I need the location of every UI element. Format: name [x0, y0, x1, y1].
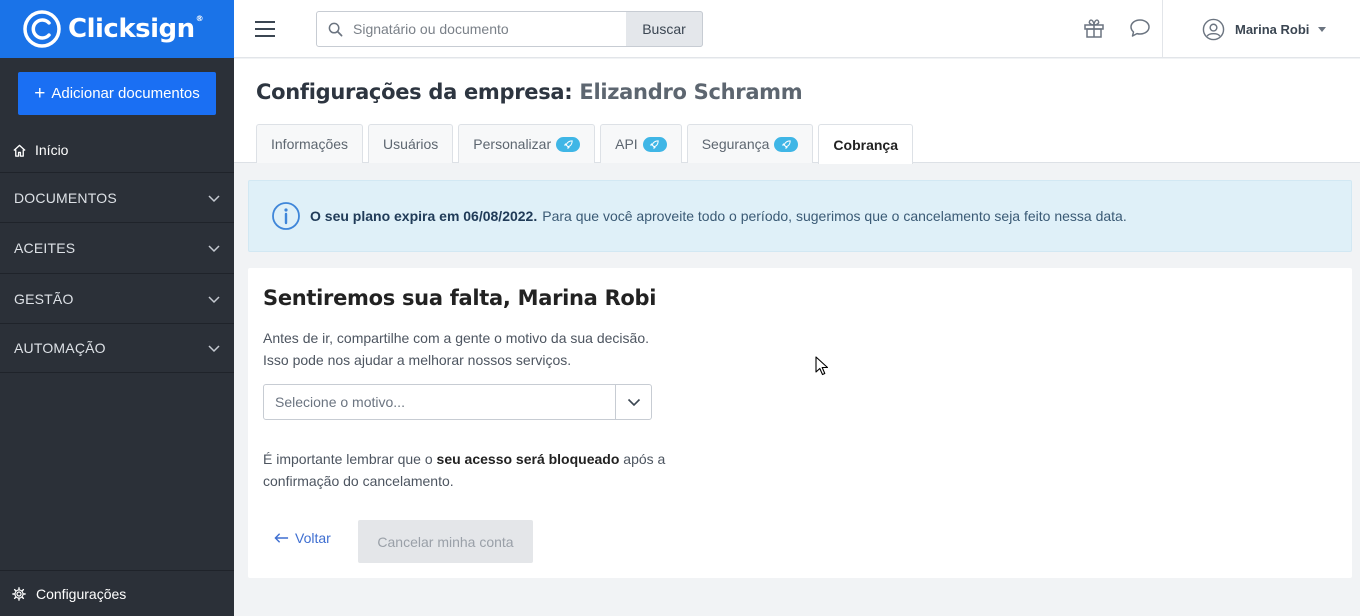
page-title-prefix: Configurações da empresa:: [256, 80, 573, 104]
chevron-down-icon: [627, 398, 640, 407]
chevron-down-icon: [208, 345, 220, 353]
sidebar-section-label: ACEITES: [14, 239, 76, 256]
card-description: Antes de ir, compartilhe com a gente o m…: [263, 327, 649, 371]
page-title: Configurações da empresa: Elizandro Schr…: [256, 80, 803, 104]
sidebar: Clicksign® + Adicionar documentos Início…: [0, 0, 234, 616]
tab-label: Cobrança: [833, 136, 898, 153]
sidebar-section-label: DOCUMENTOS: [14, 189, 117, 206]
warning-bold-text: seu acesso será bloqueado: [436, 451, 620, 467]
warning-text-part: É importante lembrar que o: [263, 451, 437, 467]
chevron-down-icon: [208, 295, 220, 303]
mouse-cursor-icon: [815, 356, 829, 376]
tab-personalizar[interactable]: Personalizar: [458, 124, 596, 163]
sidebar-section-label: GESTÃO: [14, 290, 74, 307]
add-documents-label: Adicionar documentos: [51, 85, 200, 102]
tab-label: Usuários: [383, 136, 439, 152]
back-link[interactable]: Voltar: [274, 530, 331, 546]
page-header: Configurações da empresa: Elizandro Schr…: [234, 59, 1360, 164]
search-button[interactable]: Buscar: [626, 11, 703, 47]
sidebar-item-settings-label: Configurações: [36, 585, 127, 602]
sidebar-section-label: AUTOMAÇÃO: [14, 340, 106, 356]
arrow-left-icon: [274, 533, 289, 543]
chevron-down-icon: [208, 244, 220, 252]
hamburger-menu-icon[interactable]: [254, 18, 276, 40]
caret-down-icon: [1318, 26, 1327, 32]
tab-usuarios[interactable]: Usuários: [368, 124, 454, 163]
tab-cobranca[interactable]: Cobrança: [818, 124, 913, 164]
top-divider: [1162, 0, 1163, 58]
card-title: Sentiremos sua falta, Marina Robi: [263, 286, 657, 310]
logo-bar[interactable]: Clicksign®: [0, 0, 234, 58]
access-warning-text: É importante lembrar que o seu acesso se…: [263, 448, 723, 492]
sidebar-section-gestao[interactable]: GESTÃO: [0, 273, 234, 323]
brand-name: Clicksign®: [68, 14, 204, 44]
settings-tabs: Informações Usuários Personalizar API Se…: [256, 124, 918, 164]
tab-seguranca[interactable]: Segurança: [686, 124, 814, 163]
cancel-account-button[interactable]: Cancelar minha conta: [358, 520, 533, 563]
user-avatar-icon: [1202, 18, 1225, 40]
alert-text: Para que você aproveite todo o período, …: [542, 208, 1127, 224]
top-bar: Buscar Marina Robi: [234, 0, 1360, 58]
cancel-reason-select[interactable]: Selecione o motivo...: [263, 384, 652, 420]
user-name: Marina Robi: [1235, 21, 1310, 37]
search-input[interactable]: [353, 12, 659, 46]
home-icon: [13, 144, 26, 157]
sidebar-item-settings[interactable]: Configurações: [0, 570, 234, 616]
tab-label: Personalizar: [473, 136, 552, 152]
search-icon: [317, 12, 353, 46]
sidebar-item-home-label: Início: [35, 142, 69, 158]
select-arrow: [615, 385, 651, 419]
company-name: Elizandro Schramm: [579, 80, 803, 104]
plan-expiry-alert: O seu plano expira em 06/08/2022. Para q…: [248, 180, 1352, 252]
select-value: Selecione o motivo...: [275, 394, 405, 410]
tab-informacoes[interactable]: Informações: [256, 124, 364, 163]
add-documents-button[interactable]: + Adicionar documentos: [18, 72, 216, 115]
cancel-account-card: Sentiremos sua falta, Marina Robi Antes …: [248, 268, 1352, 578]
sidebar-item-home[interactable]: Início: [0, 132, 234, 168]
sidebar-section-aceites[interactable]: ACEITES: [0, 222, 234, 272]
sidebar-section-documentos[interactable]: DOCUMENTOS: [0, 172, 234, 222]
info-icon: [272, 202, 300, 230]
clicksign-logo-icon: [23, 10, 61, 48]
gear-icon: [12, 586, 26, 601]
card-description-line: Antes de ir, compartilhe com a gente o m…: [263, 330, 649, 346]
chevron-down-icon: [208, 194, 220, 202]
alert-strong-text: O seu plano expira em 06/08/2022.: [310, 208, 538, 224]
tab-label: API: [615, 136, 638, 152]
plus-icon: +: [34, 83, 46, 104]
chat-icon[interactable]: [1128, 16, 1152, 40]
tab-label: Segurança: [701, 136, 770, 152]
rocket-badge-icon: [642, 136, 667, 152]
rocket-badge-icon: [774, 136, 799, 152]
back-link-label: Voltar: [295, 530, 331, 546]
rocket-badge-icon: [556, 136, 581, 152]
card-description-line: Isso pode nos ajudar a melhorar nossos s…: [263, 352, 572, 368]
gift-icon[interactable]: [1082, 16, 1106, 40]
user-menu[interactable]: Marina Robi: [1202, 16, 1327, 42]
tab-label: Informações: [271, 136, 349, 152]
tab-api[interactable]: API: [600, 124, 682, 163]
sidebar-section-automacao[interactable]: AUTOMAÇÃO: [0, 323, 234, 373]
